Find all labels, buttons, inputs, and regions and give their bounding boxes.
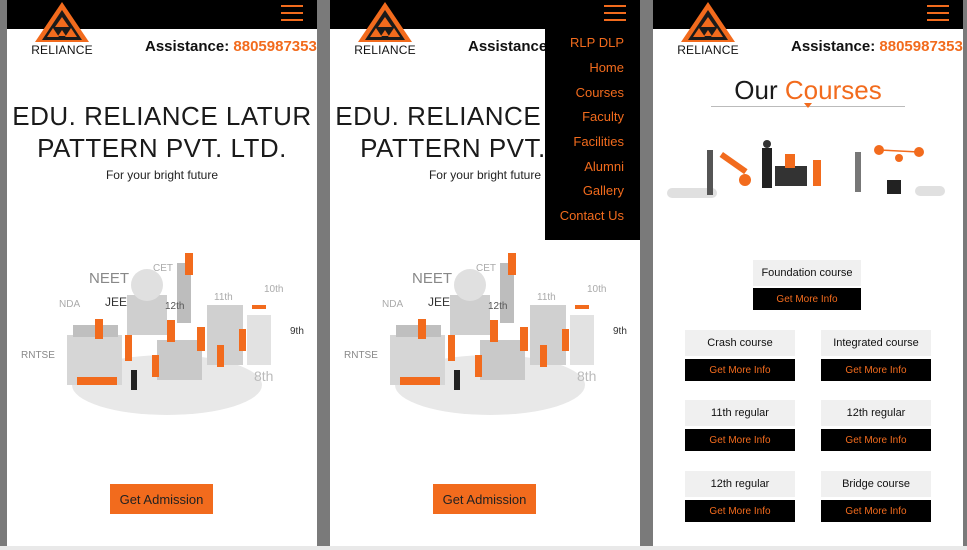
- courses-title-part2: Courses: [784, 75, 882, 105]
- label-jee: JEE: [428, 295, 450, 309]
- get-more-info-button[interactable]: Get More Info: [685, 500, 795, 522]
- hamburger-menu-icon[interactable]: [927, 5, 949, 23]
- label-rntse: RNTSE: [344, 350, 378, 361]
- label-cet: CET: [476, 263, 496, 274]
- assistance-line: Assistance: 8805987353: [791, 38, 963, 55]
- label-10th: 10th: [264, 284, 283, 295]
- label-11th: 11th: [537, 292, 556, 303]
- logo-icon: [358, 2, 412, 42]
- menu-item-faculty[interactable]: Faculty: [582, 109, 624, 124]
- logo-text: RELIANCE: [31, 43, 93, 57]
- course-card-foundation: Foundation course: [753, 260, 861, 286]
- get-more-info-button[interactable]: Get More Info: [685, 429, 795, 451]
- label-cet: CET: [153, 263, 173, 274]
- hero-title-line1: EDU. RELIANCE LATUR: [12, 101, 312, 131]
- course-card-11th-regular: 11th regular: [685, 400, 795, 426]
- phone-screen-home: RELIANCE Assistance: 8805987353 EDU. REL…: [7, 0, 317, 546]
- get-admission-button[interactable]: Get Admission: [110, 484, 213, 514]
- menu-item-home[interactable]: Home: [589, 60, 624, 75]
- assistance-line: Assistance: 8805987353: [145, 38, 317, 55]
- get-more-info-button[interactable]: Get More Info: [753, 288, 861, 310]
- course-card-crash: Crash course: [685, 330, 795, 356]
- get-more-info-button[interactable]: Get More Info: [821, 429, 931, 451]
- label-10th: 10th: [587, 284, 606, 295]
- course-card-12th-regular: 12th regular: [821, 400, 931, 426]
- reliance-logo[interactable]: RELIANCE: [677, 0, 739, 60]
- hero-title: EDU. RELIANCE LATUR PATTERN PVT. LTD.: [7, 100, 317, 164]
- assistance-label: Assistance:: [145, 38, 230, 55]
- bottom-divider: [0, 546, 967, 550]
- hero-title-line2: PATTERN PVT. LTD.: [37, 133, 287, 163]
- course-card-12th-regular-2: 12th regular: [685, 471, 795, 497]
- logo-icon: [35, 2, 89, 42]
- logo-icon: [681, 2, 735, 42]
- label-neet: NEET: [412, 270, 452, 287]
- assistance-phone-link[interactable]: 8805987353: [879, 38, 962, 55]
- courses-section-title: Our Courses: [653, 75, 963, 106]
- menu-item-contact-us[interactable]: Contact Us: [560, 208, 624, 223]
- label-rntse: RNTSE: [21, 350, 55, 361]
- hero-subtitle: For your bright future: [105, 168, 219, 182]
- course-card-bridge: Bridge course: [821, 471, 931, 497]
- label-8th: 8th: [254, 368, 273, 384]
- assistance-phone-link[interactable]: 8805987353: [233, 38, 316, 55]
- label-jee: JEE: [105, 295, 127, 309]
- menu-item-courses[interactable]: Courses: [576, 85, 624, 100]
- label-nda: NDA: [382, 299, 403, 310]
- label-12th: 12th: [165, 301, 184, 312]
- course-card-integrated: Integrated course: [821, 330, 931, 356]
- phone-screen-courses: RELIANCE Assistance: 8805987353 Our Cour…: [653, 0, 963, 546]
- logo-text: RELIANCE: [354, 43, 416, 57]
- assistance-label: Assistance:: [791, 38, 876, 55]
- logo-text: RELIANCE: [677, 43, 739, 57]
- label-9th: 9th: [613, 326, 627, 337]
- hamburger-menu-icon[interactable]: [281, 5, 303, 23]
- label-9th: 9th: [290, 326, 304, 337]
- reliance-logo[interactable]: RELIANCE: [31, 0, 93, 60]
- courses-title-part1: Our: [734, 75, 778, 105]
- get-admission-button[interactable]: Get Admission: [433, 484, 536, 514]
- assistance-label: Assistance:: [468, 38, 553, 55]
- get-more-info-button[interactable]: Get More Info: [821, 500, 931, 522]
- menu-item-facilities[interactable]: Facilities: [573, 134, 624, 149]
- label-neet: NEET: [89, 270, 129, 287]
- label-nda: NDA: [59, 299, 80, 310]
- label-8th: 8th: [577, 368, 596, 384]
- exam-illustration: NEET JEE CET NDA RNTSE 12th 11th 10th 9t…: [21, 253, 304, 415]
- menu-item-alumni[interactable]: Alumni: [584, 159, 624, 174]
- exam-illustration: NEET JEE CET NDA RNTSE 12th 11th 10th 9t…: [344, 253, 627, 415]
- hamburger-menu-icon[interactable]: [604, 5, 626, 23]
- nav-dropdown-menu: RLP DLP Home Courses Faculty Facilities …: [545, 29, 640, 240]
- title-underline-marker: [804, 103, 812, 108]
- get-more-info-button[interactable]: Get More Info: [821, 359, 931, 381]
- reliance-logo[interactable]: RELIANCE: [354, 0, 416, 60]
- menu-item-rlp-dlp[interactable]: RLP DLP: [570, 35, 624, 50]
- label-12th: 12th: [488, 301, 507, 312]
- label-11th: 11th: [214, 292, 233, 303]
- phone-screen-menu-open: RELIANCE Assistance: 8805987353 EDU. REL…: [330, 0, 640, 546]
- team-work-illustration: [667, 140, 945, 198]
- menu-item-gallery[interactable]: Gallery: [583, 183, 624, 198]
- get-more-info-button[interactable]: Get More Info: [685, 359, 795, 381]
